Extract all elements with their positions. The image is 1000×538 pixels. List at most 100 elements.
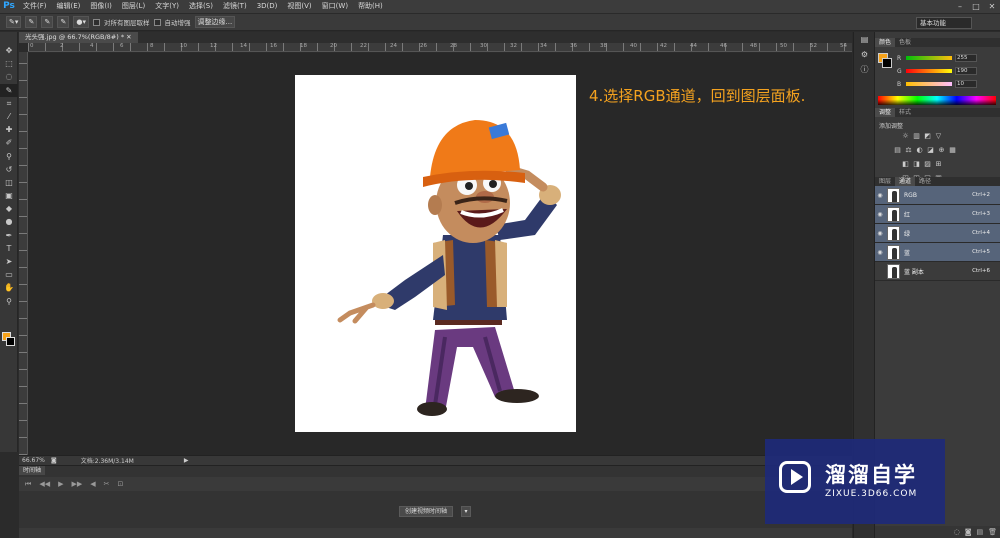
type-icon[interactable]: T [0, 242, 18, 255]
selective-color-icon[interactable]: ⊞ [934, 160, 943, 169]
menu-file[interactable]: 文件(F) [18, 0, 52, 13]
photo-filter-icon[interactable]: ◪ [926, 146, 935, 155]
channel-row-blue[interactable]: ◉ 蓝 Ctrl+5 [875, 243, 1000, 262]
move-icon[interactable]: ✥ [0, 44, 18, 57]
new-channel-icon[interactable]: ▤ [976, 528, 983, 536]
subtract-selection-icon[interactable]: ✎ [57, 16, 70, 28]
history-brush-icon[interactable]: ↺ [0, 163, 18, 176]
menu-help[interactable]: 帮助(H) [353, 0, 388, 13]
vibrance-icon[interactable]: ▤ [893, 146, 902, 155]
r-value-field[interactable]: 255 [955, 54, 977, 62]
dodge-icon[interactable]: ● [0, 215, 18, 228]
maximize-button[interactable]: □ [968, 0, 984, 13]
channel-row-rgb[interactable]: ◉ RGB Ctrl+2 [875, 186, 1000, 205]
color-spectrum-ramp[interactable] [878, 96, 996, 105]
status-menu-arrow-icon[interactable]: ▶ [184, 457, 189, 464]
play-icon[interactable]: ▶ [58, 480, 63, 488]
refine-edge-button[interactable]: 调整边缘... [194, 16, 236, 28]
black-white-icon[interactable]: ◐ [915, 146, 924, 155]
crop-icon[interactable]: ⌗ [0, 97, 18, 110]
menu-layer[interactable]: 图层(L) [117, 0, 150, 13]
timeline-tab[interactable]: 时间轴 [19, 466, 46, 475]
load-selection-icon[interactable]: ◌ [954, 528, 960, 536]
menu-edit[interactable]: 编辑(E) [52, 0, 86, 13]
brush-icon[interactable]: ✐ [0, 136, 18, 149]
menu-select[interactable]: 选择(S) [184, 0, 218, 13]
quick-select-icon[interactable]: ✎ [0, 83, 18, 97]
channel-row-green[interactable]: ◉ 绿 Ctrl+4 [875, 224, 1000, 243]
create-video-dropdown-icon[interactable]: ▾ [461, 506, 471, 517]
b-value-field[interactable]: 10 [955, 80, 977, 88]
posterize-icon[interactable]: ◨ [912, 160, 921, 169]
blur-icon[interactable]: ◆ [0, 202, 18, 215]
sample-all-layers-checkbox[interactable] [93, 18, 101, 26]
exposure-icon[interactable]: ▽ [934, 132, 943, 141]
curves-icon[interactable]: ◩ [923, 132, 932, 141]
info-panel-icon[interactable]: ⓘ [854, 62, 875, 77]
workspace-select[interactable]: 基本功能 [916, 17, 972, 29]
go-to-first-frame-icon[interactable]: ⏮ [25, 480, 31, 489]
menu-view[interactable]: 视图(V) [282, 0, 316, 13]
tab-color[interactable]: 颜色 [875, 38, 896, 47]
color-background-swatch[interactable] [882, 58, 892, 68]
minimize-button[interactable]: – [952, 0, 968, 13]
healing-icon[interactable]: ✚ [0, 123, 18, 136]
add-selection-icon[interactable]: ✎ [41, 16, 54, 28]
visibility-eye-icon[interactable]: ◉ [875, 192, 885, 199]
eyedropper-icon[interactable]: ⁄ [0, 110, 18, 123]
marquee-icon[interactable]: ⬚ [0, 57, 18, 70]
invert-icon[interactable]: ◧ [901, 160, 910, 169]
tab-layers[interactable]: 图层 [875, 177, 895, 186]
auto-enhance-checkbox[interactable] [153, 18, 161, 26]
trash-icon[interactable]: 🗑 [988, 528, 997, 536]
stamp-icon[interactable]: ⚲ [0, 150, 18, 163]
b-slider[interactable] [906, 82, 952, 86]
tab-swatches[interactable]: 色板 [895, 38, 915, 47]
r-slider[interactable] [906, 56, 952, 60]
canvas-area[interactable]: 4.选择RGB通道，回到图层面板. [28, 53, 852, 455]
color-balance-icon[interactable]: ⚖ [904, 146, 913, 155]
zoom-level[interactable]: 66.67% [22, 457, 45, 464]
tool-preset-picker[interactable]: ✎▾ [6, 16, 22, 28]
eraser-icon[interactable]: ◫ [0, 176, 18, 189]
tab-styles[interactable]: 样式 [895, 108, 915, 117]
g-slider[interactable] [906, 69, 952, 73]
threshold-icon[interactable]: ▨ [923, 160, 932, 169]
properties-panel-icon[interactable]: ⚙ [854, 47, 875, 62]
menu-3d[interactable]: 3D(D) [252, 0, 283, 13]
close-tab-icon[interactable]: ✕ [126, 33, 131, 41]
menu-type[interactable]: 文字(Y) [150, 0, 184, 13]
zoom-icon[interactable]: ⚲ [0, 295, 18, 308]
shape-icon[interactable]: ▭ [0, 268, 18, 281]
tab-adjustments[interactable]: 调整 [875, 108, 896, 117]
lasso-icon[interactable]: ◌ [0, 70, 18, 83]
visibility-eye-icon[interactable]: ◉ [875, 249, 885, 256]
document-tab[interactable]: 光头强.jpg @ 66.7%(RGB/8#) * ✕ [19, 32, 138, 43]
save-selection-icon[interactable]: ◙ [965, 528, 972, 536]
brightness-icon[interactable]: ☼ [901, 132, 910, 141]
menu-filter[interactable]: 滤镜(T) [218, 0, 252, 13]
tab-paths[interactable]: 路径 [915, 177, 935, 186]
g-value-field[interactable]: 190 [955, 67, 977, 75]
menu-window[interactable]: 窗口(W) [317, 0, 353, 13]
visibility-eye-icon[interactable]: ◉ [875, 230, 885, 237]
audio-icon[interactable]: ◀ [90, 480, 95, 488]
split-icon[interactable]: ✂ [104, 480, 110, 488]
channel-mixer-icon[interactable]: ⊕ [937, 146, 946, 155]
previous-frame-icon[interactable]: ◀◀ [39, 480, 50, 488]
background-color-swatch[interactable] [6, 337, 15, 346]
levels-icon[interactable]: ▥ [912, 132, 921, 141]
channel-row-red[interactable]: ◉ 红 Ctrl+3 [875, 205, 1000, 224]
menu-image[interactable]: 图像(I) [85, 0, 117, 13]
pen-icon[interactable]: ✒ [0, 229, 18, 242]
color-lookup-icon[interactable]: ▦ [948, 146, 957, 155]
channel-row-blue-copy[interactable]: 蓝 副本 Ctrl+6 [875, 262, 1000, 281]
brush-size-picker[interactable]: ●▾ [73, 16, 90, 28]
document-canvas[interactable] [295, 75, 576, 432]
next-frame-icon[interactable]: ▶▶ [71, 480, 82, 488]
tab-channels[interactable]: 通道 [895, 177, 916, 186]
transition-icon[interactable]: ⊡ [118, 480, 124, 488]
new-selection-icon[interactable]: ✎ [25, 16, 38, 28]
gradient-icon[interactable]: ▣ [0, 189, 18, 202]
history-panel-icon[interactable]: ▤ [854, 32, 875, 47]
